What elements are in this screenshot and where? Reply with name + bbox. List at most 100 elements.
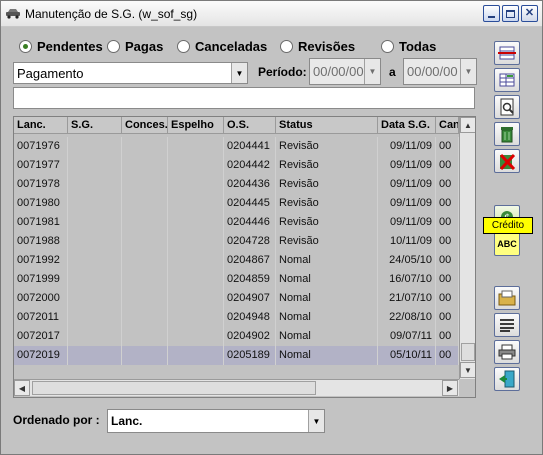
cancel-icon: [499, 153, 516, 170]
open-button[interactable]: [494, 286, 520, 310]
spellcheck-button[interactable]: ABC: [494, 232, 520, 256]
table-row[interactable]: 0071980 0204445 Revisão 09/11/09 00: [14, 194, 459, 213]
radio-dot: [177, 40, 190, 53]
radio-pendentes[interactable]: Pendentes: [19, 39, 103, 54]
cell-data-sg: 09/11/09: [378, 156, 436, 175]
cell-conces: [122, 270, 168, 289]
cell-can: 00: [436, 308, 459, 327]
horizontal-scrollbar[interactable]: ◀ ▶: [14, 379, 459, 396]
cell-os: 0204436: [224, 175, 276, 194]
cell-os: 0205189: [224, 346, 276, 365]
exit-button[interactable]: [494, 367, 520, 391]
chevron-down-icon[interactable]: ▼: [231, 63, 247, 83]
insert-row-button[interactable]: [494, 41, 520, 65]
cell-status: Nomal: [276, 289, 378, 308]
scroll-thumb[interactable]: [461, 343, 475, 361]
cell-data-sg: 16/07/10: [378, 270, 436, 289]
radio-revisoes[interactable]: Revisões: [280, 39, 355, 54]
period-from-value: 00/00/00: [313, 64, 364, 79]
cell-espelho: [168, 346, 224, 365]
table-row[interactable]: 0072000 0204907 Nomal 21/07/10 00: [14, 289, 459, 308]
table-row[interactable]: 0071978 0204436 Revisão 09/11/09 00: [14, 175, 459, 194]
table-row[interactable]: 0071976 0204441 Revisão 09/11/09 00: [14, 137, 459, 156]
radio-label: Pendentes: [37, 39, 103, 54]
radio-label: Todas: [399, 39, 437, 54]
cell-can: 00: [436, 137, 459, 156]
chevron-down-icon[interactable]: ▼: [364, 59, 380, 84]
text-button[interactable]: [494, 313, 520, 337]
cell-can: 00: [436, 327, 459, 346]
minimize-button[interactable]: [483, 5, 500, 22]
cell-data-sg: 22/08/10: [378, 308, 436, 327]
cell-lanc: 0071977: [14, 156, 68, 175]
table-row[interactable]: 0072019 0205189 Nomal 05/10/11 00: [14, 346, 459, 365]
cell-status: Revisão: [276, 213, 378, 232]
col-header-status[interactable]: Status: [276, 117, 378, 134]
col-header-data-sg[interactable]: Data S.G.: [378, 117, 436, 134]
hscroll-thumb[interactable]: [32, 381, 316, 395]
cell-status: Revisão: [276, 137, 378, 156]
search-input[interactable]: [13, 87, 475, 109]
radio-canceladas[interactable]: Canceladas: [177, 39, 267, 54]
table-row[interactable]: 0071992 0204867 Nomal 24/05/10 00: [14, 251, 459, 270]
edit-grid-button[interactable]: [494, 68, 520, 92]
cell-can: 00: [436, 289, 459, 308]
radio-dot: [107, 40, 120, 53]
table-row[interactable]: 0071981 0204446 Revisão 09/11/09 00: [14, 213, 459, 232]
cell-lanc: 0072000: [14, 289, 68, 308]
cell-sg: [68, 346, 122, 365]
chevron-down-icon[interactable]: ▼: [308, 410, 324, 432]
print-button[interactable]: [494, 340, 520, 364]
table-row[interactable]: 0071977 0204442 Revisão 09/11/09 00: [14, 156, 459, 175]
scroll-down-icon[interactable]: ▼: [460, 362, 475, 378]
car-icon: [6, 9, 20, 19]
cancel-button[interactable]: [494, 149, 520, 173]
close-button[interactable]: ✕: [521, 5, 538, 22]
cell-data-sg: 09/07/11: [378, 327, 436, 346]
col-header-can[interactable]: Can: [436, 117, 459, 134]
cell-conces: [122, 213, 168, 232]
cell-lanc: 0071980: [14, 194, 68, 213]
close-icon: ✕: [524, 7, 535, 19]
col-header-lanc[interactable]: Lanc.: [14, 117, 68, 134]
delete-button[interactable]: [494, 122, 520, 146]
type-select-value: Pagamento: [17, 65, 84, 81]
cell-can: 00: [436, 213, 459, 232]
col-header-conces[interactable]: Conces.: [122, 117, 168, 134]
cell-sg: [68, 175, 122, 194]
credit-tooltip: Crédito: [483, 217, 533, 234]
cell-os: 0204446: [224, 213, 276, 232]
col-header-os[interactable]: O.S.: [224, 117, 276, 134]
cell-can: 00: [436, 270, 459, 289]
cell-data-sg: 21/07/10: [378, 289, 436, 308]
order-by-select[interactable]: Lanc. ▼: [107, 409, 325, 433]
table-row[interactable]: 0072011 0204948 Nomal 22/08/10 00: [14, 308, 459, 327]
scroll-right-icon[interactable]: ▶: [442, 380, 458, 396]
radio-pagas[interactable]: Pagas: [107, 39, 163, 54]
vertical-scrollbar[interactable]: ▲ ▼: [459, 117, 475, 379]
title-bar[interactable]: Manutenção de S.G. (w_sof_sg) ✕: [1, 1, 542, 27]
col-header-espelho[interactable]: Espelho: [168, 117, 224, 134]
radio-todas[interactable]: Todas: [381, 39, 436, 54]
col-header-sg[interactable]: S.G.: [68, 117, 122, 134]
cell-sg: [68, 156, 122, 175]
scroll-left-icon[interactable]: ◀: [14, 380, 30, 396]
table-row[interactable]: 0072017 0204902 Nomal 09/07/11 00: [14, 327, 459, 346]
cell-conces: [122, 346, 168, 365]
scroll-up-icon[interactable]: ▲: [460, 117, 475, 133]
radio-label: Revisões: [298, 39, 356, 54]
insert-row-icon: [498, 46, 516, 60]
chevron-down-icon[interactable]: ▼: [460, 59, 476, 84]
type-select[interactable]: Pagamento ▼: [13, 62, 248, 84]
maximize-button[interactable]: [502, 5, 519, 22]
period-to-field[interactable]: 00/00/00 ▼: [403, 58, 477, 85]
period-from-field[interactable]: 00/00/00 ▼: [309, 58, 381, 85]
cell-sg: [68, 251, 122, 270]
cell-lanc: 0072011: [14, 308, 68, 327]
spellcheck-icon: ABC: [497, 239, 517, 249]
table-row[interactable]: 0071988 0204728 Revisão 10/11/09 00: [14, 232, 459, 251]
table-row[interactable]: 0071999 0204859 Nomal 16/07/10 00: [14, 270, 459, 289]
maximize-icon: [506, 9, 515, 18]
cell-can: 00: [436, 346, 459, 365]
preview-button[interactable]: [494, 95, 520, 119]
